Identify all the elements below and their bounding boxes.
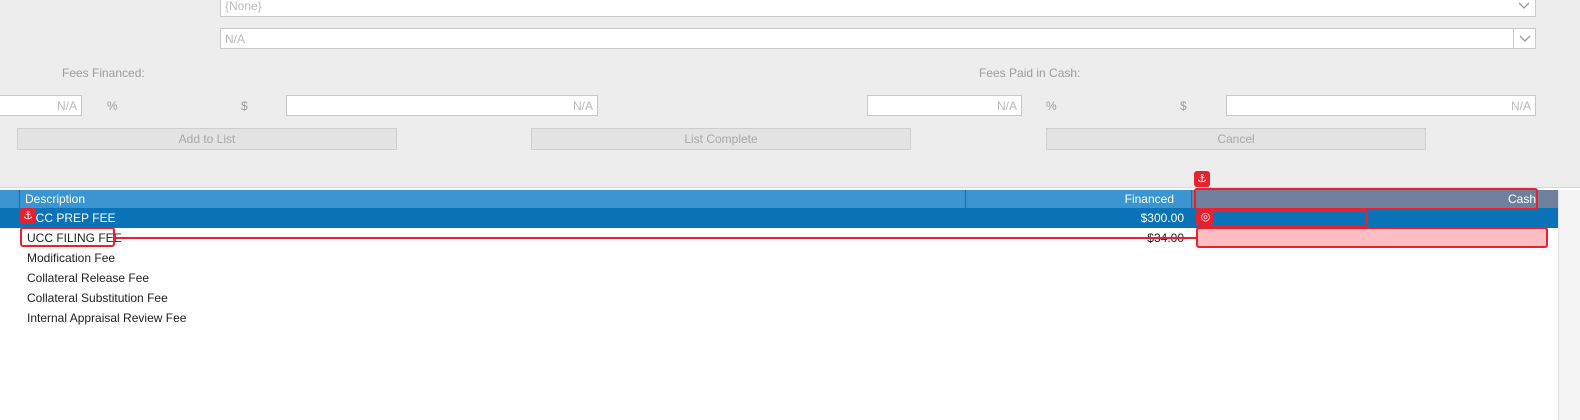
financed-column-header[interactable]: Financed bbox=[966, 190, 1192, 208]
cash-header-highlight bbox=[1194, 188, 1538, 210]
anchor-icon: ⚓ bbox=[20, 208, 36, 224]
table-row[interactable]: Modification Fee bbox=[0, 248, 1558, 268]
fee-type-select-value: {None} bbox=[225, 0, 262, 13]
row-description: Collateral Release Fee bbox=[27, 271, 150, 285]
financed-percent-symbol: % bbox=[107, 99, 118, 113]
chevron-down-icon[interactable] bbox=[1513, 0, 1535, 16]
cash-dollar-symbol: $ bbox=[1180, 99, 1187, 113]
financed-dollar-symbol: $ bbox=[241, 99, 248, 113]
table-row[interactable]: Collateral Substitution Fee bbox=[0, 288, 1558, 308]
fee-category-select-value: N/A bbox=[225, 32, 246, 46]
add-to-list-button[interactable]: Add to List bbox=[17, 128, 397, 150]
fee-entry-panel: {None} N/A Fees Financed: Fees Paid in C… bbox=[0, 0, 1580, 188]
row-description: Modification Fee bbox=[27, 251, 116, 265]
financed-amount-input[interactable]: N/A bbox=[286, 95, 598, 116]
vertical-scrollbar[interactable] bbox=[1558, 190, 1580, 420]
description-column-header[interactable]: Description bbox=[20, 190, 966, 208]
cash-cell-highlight bbox=[1196, 210, 1368, 227]
connector-line bbox=[115, 237, 1196, 239]
fees-paid-cash-label: Fees Paid in Cash: bbox=[979, 66, 1081, 80]
cancel-button[interactable]: Cancel bbox=[1046, 128, 1426, 150]
financed-percent-input[interactable]: N/A bbox=[0, 95, 82, 116]
cash-percent-symbol: % bbox=[1046, 99, 1057, 113]
cash-percent-input[interactable]: N/A bbox=[867, 95, 1022, 116]
target-icon: ◎ bbox=[1198, 210, 1213, 225]
anchor-icon: ⚓ bbox=[1194, 171, 1210, 187]
list-complete-button[interactable]: List Complete bbox=[531, 128, 911, 150]
cash-drop-target-highlight bbox=[1196, 227, 1548, 248]
row-description: UCC PREP FEE bbox=[27, 211, 116, 225]
fee-type-select[interactable]: {None} bbox=[220, 0, 1536, 17]
table-row[interactable]: Internal Appraisal Review Fee bbox=[0, 308, 1558, 328]
row-description: Collateral Substitution Fee bbox=[27, 291, 168, 305]
fees-financed-label: Fees Financed: bbox=[62, 66, 145, 80]
row-indicator-header bbox=[0, 190, 20, 208]
row-financed: $300.00 bbox=[1140, 211, 1184, 225]
table-row[interactable]: Collateral Release Fee bbox=[0, 268, 1558, 288]
description-cell-highlight bbox=[20, 227, 115, 247]
cash-amount-input[interactable]: N/A bbox=[1226, 95, 1536, 116]
fee-category-select[interactable]: N/A bbox=[220, 28, 1536, 49]
chevron-down-icon[interactable] bbox=[1513, 29, 1535, 48]
row-description: Internal Appraisal Review Fee bbox=[27, 311, 187, 325]
